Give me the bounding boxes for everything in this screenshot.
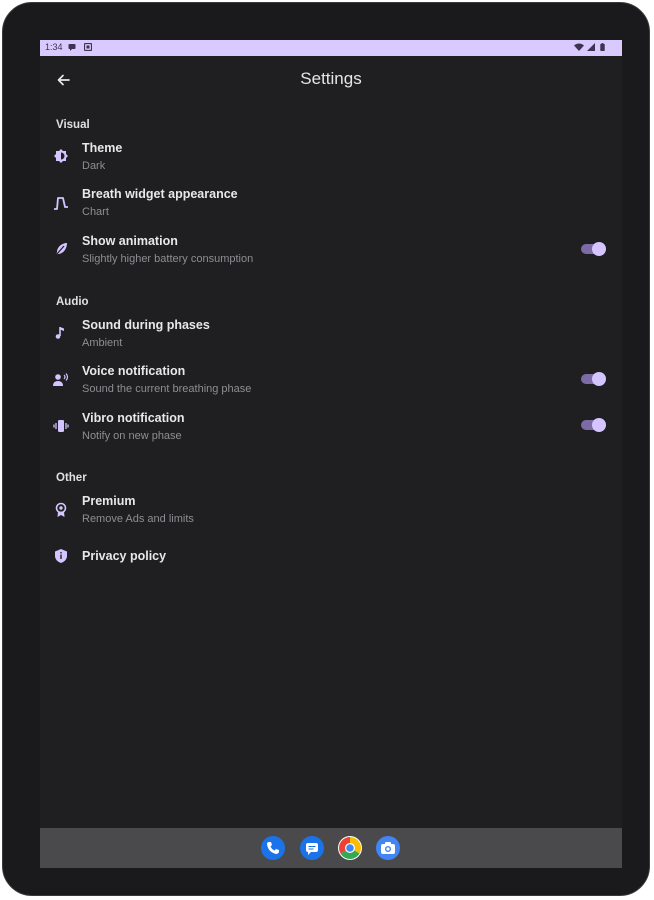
theme-icon [54, 149, 68, 163]
setting-title: Theme [82, 141, 123, 155]
setting-subtitle: Dark [82, 160, 106, 172]
toggle-thumb [592, 372, 606, 386]
setting-title: Vibro notification [82, 411, 185, 425]
chart-pulse-icon [54, 197, 68, 210]
section-header-other: Other [56, 472, 87, 484]
shield-icon [55, 549, 67, 563]
signal-icon [587, 43, 595, 51]
phone-icon [267, 842, 279, 854]
section-header-audio: Audio [56, 296, 89, 308]
setting-subtitle: Notify on new phase [82, 430, 182, 442]
setting-subtitle: Sound the current breathing phase [82, 383, 252, 395]
section-header-visual: Visual [56, 119, 90, 131]
setting-voice-notification[interactable]: Voice notification Sound the current bre… [40, 362, 622, 402]
tablet-frame: 1:34 Settings Visual Theme Dark Breath w… [2, 2, 650, 896]
setting-title: Show animation [82, 234, 178, 248]
messages-app[interactable] [300, 836, 324, 860]
setting-title: Sound during phases [82, 318, 210, 332]
setting-subtitle: Remove Ads and limits [82, 513, 194, 525]
wifi-icon [574, 43, 584, 51]
setting-show-animation[interactable]: Show animation Slightly higher battery c… [40, 232, 622, 272]
battery-icon [600, 43, 605, 51]
setting-breath-widget[interactable]: Breath widget appearance Chart [40, 185, 622, 225]
vibration-icon [53, 420, 69, 432]
setting-premium[interactable]: Premium Remove Ads and limits [40, 492, 622, 532]
screen: 1:34 Settings Visual Theme Dark Breath w… [40, 40, 622, 868]
setting-title: Voice notification [82, 364, 186, 378]
setting-title: Breath widget appearance [82, 187, 238, 201]
message-icon [68, 44, 76, 51]
phone-app[interactable] [261, 836, 285, 860]
premium-badge-icon [55, 502, 67, 517]
music-note-icon [55, 327, 64, 339]
status-time: 1:34 [45, 42, 63, 52]
notification-icon [84, 43, 92, 51]
page-title: Settings [300, 69, 362, 88]
chrome-app[interactable] [338, 836, 362, 860]
messages-icon [306, 843, 318, 855]
feather-icon [55, 243, 67, 256]
dock-bar [40, 828, 622, 868]
voice-icon [53, 373, 69, 386]
setting-subtitle: Slightly higher battery consumption [82, 253, 254, 265]
setting-sound-during-phases[interactable]: Sound during phases Ambient [40, 315, 622, 355]
app-bar: Settings [40, 56, 622, 102]
setting-subtitle: Chart [82, 206, 109, 218]
voice-notification-toggle[interactable] [581, 372, 606, 386]
show-animation-toggle[interactable] [581, 242, 606, 256]
setting-title: Privacy policy [82, 549, 167, 563]
camera-icon [381, 842, 395, 854]
setting-subtitle: Ambient [82, 337, 123, 349]
setting-theme[interactable]: Theme Dark [40, 138, 622, 178]
toggle-thumb [592, 418, 606, 432]
setting-privacy-policy[interactable]: Privacy policy [40, 544, 622, 574]
vibro-notification-toggle[interactable] [581, 418, 606, 432]
toggle-thumb [592, 242, 606, 256]
setting-vibro-notification[interactable]: Vibro notification Notify on new phase [40, 409, 622, 449]
chrome-icon [339, 837, 361, 859]
status-bar: 1:34 [40, 40, 622, 56]
camera-app[interactable] [376, 836, 400, 860]
setting-title: Premium [82, 494, 136, 508]
